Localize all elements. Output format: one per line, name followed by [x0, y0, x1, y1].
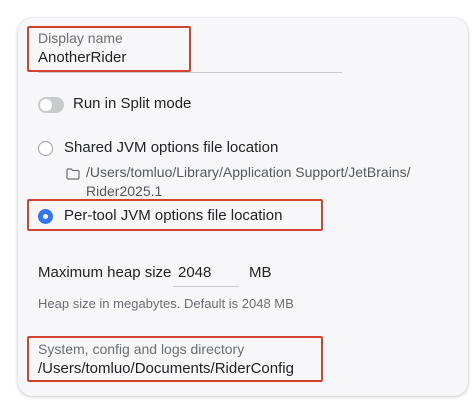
heap-size-unit: MB [249, 264, 272, 281]
folder-icon [66, 168, 80, 180]
heap-size-hint: Heap size in megabytes. Default is 2048 … [38, 296, 294, 311]
heap-size-label: Maximum heap size [38, 264, 172, 281]
heap-size-input[interactable]: 2048 [178, 264, 211, 281]
display-name-underline [38, 72, 342, 73]
highlight-box-display-name [27, 26, 191, 72]
highlight-box-per-tool [27, 199, 323, 231]
highlight-box-system-dir [27, 336, 323, 382]
toggle-knob [40, 99, 52, 111]
shared-jvm-label: Shared JVM options file location [64, 139, 279, 156]
settings-card: Display name AnotherRider Run in Split m… [18, 18, 468, 396]
heap-size-underline [173, 286, 239, 287]
split-mode-label: Run in Split mode [73, 95, 192, 112]
shared-jvm-radio[interactable] [38, 141, 53, 156]
split-mode-toggle[interactable] [38, 97, 64, 113]
shared-jvm-path-line1: /Users/tomluo/Library/Application Suppor… [86, 164, 411, 180]
